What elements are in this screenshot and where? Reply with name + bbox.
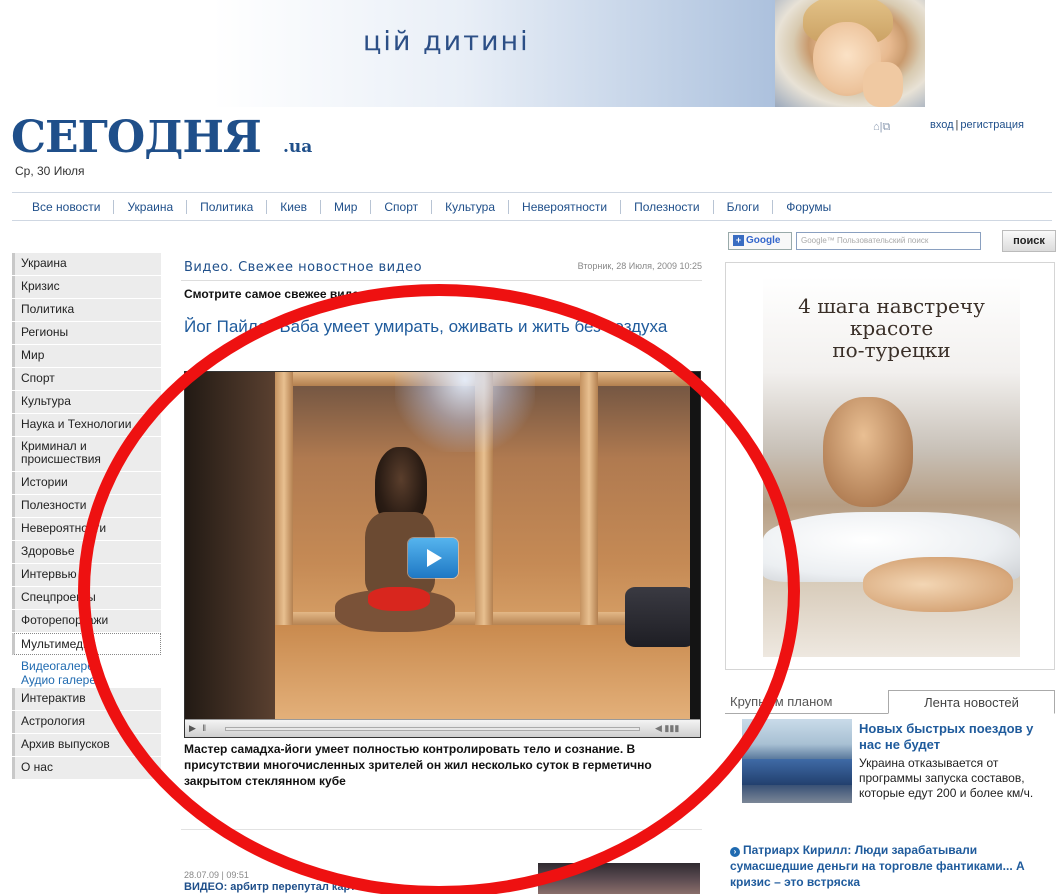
right-ad-box[interactable]: 4 шага навстречу красоте по-турецки (725, 262, 1055, 670)
news-tabs: Крупным планом Лента новостей (725, 690, 1055, 714)
sidebar-item-special[interactable]: Спецпроекты (12, 587, 161, 609)
nav-useful[interactable]: Полезности (621, 199, 714, 214)
tab-closeup[interactable]: Крупным планом (725, 690, 888, 714)
next-news-thumbnail[interactable] (538, 863, 700, 894)
auth-links: вход | регистрация (930, 119, 1024, 131)
article-lead: Мастер самадха-йоги умеет полностью конт… (184, 742, 652, 788)
video-seekbar[interactable] (225, 727, 640, 731)
banner-text: цій дитині (363, 26, 530, 57)
sidebar-item-health[interactable]: Здоровье (12, 541, 161, 563)
sidebar-subitem-audio[interactable]: Аудио галереи (12, 673, 161, 687)
bookmark-icon[interactable]: ⧉ (883, 121, 891, 134)
nav-blogs[interactable]: Блоги (714, 199, 774, 214)
sidebar-item-astrology[interactable]: Астрология (12, 711, 161, 733)
sidebar-item-interactive[interactable]: Интерактив (12, 688, 161, 710)
sidebar-item-world[interactable]: Мир (12, 345, 161, 367)
header-icons[interactable]: ⌂|⧉ (873, 121, 907, 133)
auth-separator: | (955, 119, 959, 131)
side-news-thumbnail[interactable] (742, 719, 852, 803)
sidebar-item-photo[interactable]: Фоторепортажи (12, 610, 161, 632)
current-date: Ср, 30 Июля (15, 164, 85, 178)
tab-news-feed[interactable]: Лента новостей (888, 690, 1055, 714)
side-news-second-title[interactable]: Патриарх Кирилл: Люди зарабатывали сумас… (730, 843, 1025, 889)
sidebar-item-archive[interactable]: Архив выпусков (12, 734, 161, 756)
left-sidebar: Украина Кризис Политика Регионы Мир Спор… (12, 253, 161, 780)
nav-all-news[interactable]: Все новости (12, 199, 115, 214)
divider (181, 829, 702, 830)
nav-forums[interactable]: Форумы (773, 200, 844, 214)
video-player[interactable]: ▶ ‖ ◀ ▮▮▮ (184, 371, 701, 738)
home-icon[interactable]: ⌂ (873, 121, 880, 133)
next-news-date: 28.07.09 | 09:51 (184, 870, 249, 880)
article-headline[interactable]: Йог Пайлот Баба умеет умирать, оживать и… (184, 315, 704, 338)
nav-culture[interactable]: Культура (432, 199, 510, 214)
plus-icon: + (733, 235, 744, 246)
google-logo: + Google (728, 232, 792, 250)
banner-child-photo (775, 0, 925, 107)
side-news-second[interactable]: › Патриарх Кирилл: Люди зарабатывали сума… (730, 842, 1050, 890)
register-link[interactable]: регистрация (960, 119, 1024, 131)
sidebar-item-multimedia[interactable]: Мультимедиа (12, 633, 161, 655)
nav-incredible[interactable]: Невероятности (509, 199, 622, 214)
sidebar-item-ukraine[interactable]: Украина (12, 253, 161, 275)
sidebar-item-regions[interactable]: Регионы (12, 322, 161, 344)
volume-icon[interactable]: ◀ ▮▮▮ (655, 723, 679, 734)
side-news-title[interactable]: Новых быстрых поездов у нас не будет (859, 721, 1054, 753)
sidebar-item-interview[interactable]: Интервью (12, 564, 161, 586)
arrow-bullet-icon: › (730, 847, 740, 857)
search-input[interactable]: Google™ Пользовательский поиск (796, 232, 981, 250)
next-news-title[interactable]: ВИДЕО: арбитр перепутал карточки (184, 881, 380, 893)
google-brand: Google (746, 235, 781, 246)
sidebar-item-about[interactable]: О нас (12, 757, 161, 779)
sidebar-item-culture[interactable]: Культура (12, 391, 161, 413)
play-pause-icon[interactable]: ▶ ‖ (189, 723, 208, 734)
sidebar-item-politics[interactable]: Политика (12, 299, 161, 321)
section-header: Видео. Свежее новостное видео Вторник, 2… (181, 253, 702, 281)
sidebar-item-crime[interactable]: Криминал и происшествия (12, 437, 161, 471)
sidebar-item-useful[interactable]: Полезности (12, 495, 161, 517)
side-news-text: Украина отказывается от программы запуск… (859, 756, 1034, 800)
nav-politics[interactable]: Политика (187, 199, 268, 214)
sidebar-item-sport[interactable]: Спорт (12, 368, 161, 390)
nav-ukraine[interactable]: Украина (114, 199, 188, 214)
site-logo[interactable]: СЕГОДНЯ (11, 112, 262, 163)
login-link[interactable]: вход (930, 119, 954, 131)
sidebar-item-science[interactable]: Наука и Технологии (12, 414, 161, 436)
play-button-icon[interactable] (408, 538, 458, 578)
nav-sport[interactable]: Спорт (371, 199, 433, 214)
video-controls: ▶ ‖ ◀ ▮▮▮ (185, 719, 700, 737)
section-subtitle: Смотрите самое свежее видео (184, 287, 367, 301)
sidebar-subitem-video[interactable]: Видеогалереи (12, 659, 161, 673)
sidebar-item-incredible[interactable]: Невероятности (12, 518, 161, 540)
ad-title: 4 шага навстречу красоте по-турецки (798, 294, 985, 362)
search-button[interactable]: поиск (1002, 230, 1056, 252)
section-title[interactable]: Видео. Свежее новостное видео (184, 260, 422, 275)
nav-kyiv[interactable]: Киев (267, 199, 322, 214)
top-banner-ad[interactable]: цій дитині (213, 0, 925, 107)
site-logo-suffix[interactable]: .ua (283, 137, 312, 157)
turkey-beauty-ad[interactable]: 4 шага навстречу красоте по-турецки (763, 277, 1020, 657)
nav-world[interactable]: Мир (321, 199, 372, 214)
sidebar-item-crisis[interactable]: Кризис (12, 276, 161, 298)
sidebar-item-stories[interactable]: Истории (12, 472, 161, 494)
section-date: Вторник, 28 Июля, 2009 10:25 (577, 261, 702, 271)
main-nav: Все новости Украина Политика Киев Мир Сп… (12, 192, 1052, 221)
